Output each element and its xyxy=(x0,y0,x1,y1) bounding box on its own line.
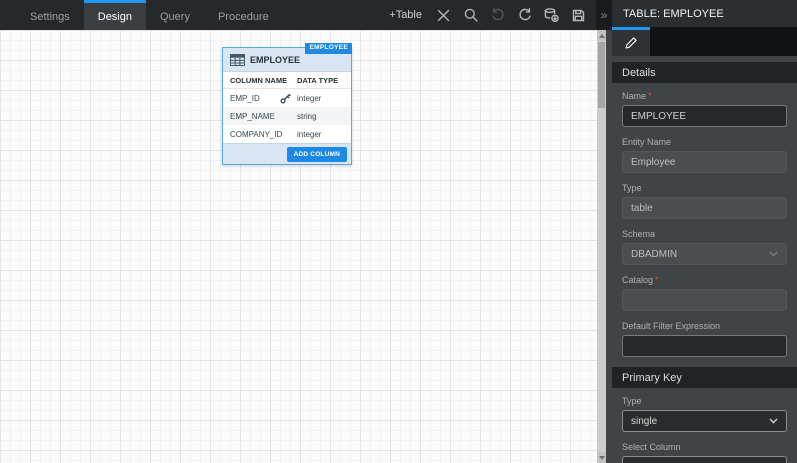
table-row[interactable]: EMP_ID integer xyxy=(223,89,351,107)
panel-body: Details Name* Entity Name Type xyxy=(612,56,797,463)
database-export-icon xyxy=(544,8,559,23)
primary-key-icon xyxy=(280,93,291,104)
data-type-header: DATA TYPE xyxy=(297,75,339,85)
pk-column-select[interactable]: EMP_ID xyxy=(622,456,787,463)
redo-button[interactable] xyxy=(511,0,538,30)
toolbar-tabs: Settings Design Query Procedure xyxy=(16,0,283,30)
table-row[interactable]: COMPANY_ID integer xyxy=(223,125,351,143)
search-icon xyxy=(464,8,478,22)
type-label: Type xyxy=(622,183,642,193)
field-default-filter: Default Filter Expression xyxy=(612,321,797,357)
type-input[interactable] xyxy=(622,197,787,219)
properties-panel: TABLE: EMPLOYEE Details Name* Entity Nam… xyxy=(612,0,797,463)
required-marker: * xyxy=(648,91,652,101)
scrollbar-thumb[interactable] xyxy=(598,42,605,108)
catalog-input[interactable] xyxy=(622,289,787,311)
field-name: Name * xyxy=(612,91,797,127)
default-filter-label: Default Filter Expression xyxy=(622,321,721,331)
field-pk-column: Select Column EMP_ID xyxy=(612,442,797,463)
pk-type-label: Type xyxy=(622,396,642,406)
table-row[interactable]: EMP_NAME string xyxy=(223,107,351,125)
save-button[interactable] xyxy=(565,0,592,30)
chevron-right-icon: » xyxy=(600,8,608,22)
entity-card-column-headers: COLUMN NAME DATA TYPE xyxy=(223,72,351,89)
default-filter-input[interactable] xyxy=(622,335,787,357)
column-name-cell: EMP_ID xyxy=(223,93,297,104)
tab-procedure[interactable]: Procedure xyxy=(204,0,283,30)
entity-card-title: EMPLOYEE xyxy=(250,54,301,65)
pk-type-select[interactable]: single xyxy=(622,410,787,432)
name-label: Name * xyxy=(622,91,652,101)
scroll-down-arrow[interactable] xyxy=(597,452,606,463)
schema-select[interactable]: DBADMIN xyxy=(622,243,787,265)
app-root: Settings Design Query Procedure +Table »… xyxy=(0,0,797,463)
canvas-scrollbar[interactable] xyxy=(597,30,606,463)
tab-design[interactable]: Design xyxy=(83,0,146,30)
table-icon xyxy=(230,53,245,66)
collapse-panel-button[interactable]: » xyxy=(596,0,612,30)
entity-name-input[interactable] xyxy=(622,151,787,173)
data-type-cell: integer xyxy=(297,93,322,103)
design-canvas[interactable]: EMPLOYEE EMPLOYEE COLUMN NAME DATA TYPE … xyxy=(0,30,606,463)
catalog-label: Catalog * xyxy=(622,275,659,285)
field-pk-type: Type single xyxy=(612,396,797,432)
tab-edit[interactable] xyxy=(612,27,650,56)
primary-key-section-header: Primary Key xyxy=(612,367,797,388)
tab-query[interactable]: Query xyxy=(146,0,204,30)
field-schema: Schema DBADMIN xyxy=(612,229,797,265)
delete-button[interactable] xyxy=(430,0,457,30)
undo-button[interactable] xyxy=(484,0,511,30)
chevron-down-icon xyxy=(769,251,778,257)
redo-icon xyxy=(518,8,531,21)
close-icon xyxy=(437,9,450,21)
entity-name-label: Entity Name xyxy=(622,137,672,147)
toolbar-actions: +Table xyxy=(389,0,596,30)
tab-settings[interactable]: Settings xyxy=(16,0,84,30)
column-name-header: COLUMN NAME xyxy=(230,75,288,85)
details-section-header: Details xyxy=(612,62,797,83)
pencil-icon xyxy=(625,37,637,49)
search-button[interactable] xyxy=(457,0,484,30)
schema-label: Schema xyxy=(622,229,656,239)
field-entity-name: Entity Name xyxy=(612,137,797,173)
panel-tabbar xyxy=(612,27,797,56)
toolbar: Settings Design Query Procedure +Table » xyxy=(0,0,612,30)
add-table-button[interactable]: +Table xyxy=(389,9,422,21)
field-type: Type xyxy=(612,183,797,219)
column-name-cell: COMPANY_ID xyxy=(230,129,283,139)
entity-badge: EMPLOYEE xyxy=(305,43,352,54)
required-marker: * xyxy=(655,275,659,285)
column-name-cell: EMP_NAME xyxy=(230,111,275,121)
undo-icon xyxy=(491,8,504,21)
export-database-button[interactable] xyxy=(538,0,565,30)
entity-card-employee[interactable]: EMPLOYEE EMPLOYEE COLUMN NAME DATA TYPE … xyxy=(222,43,352,165)
data-type-cell: string xyxy=(297,111,317,121)
panel-title: TABLE: EMPLOYEE xyxy=(612,0,797,27)
save-icon xyxy=(572,9,585,21)
chevron-down-icon xyxy=(769,418,778,424)
scroll-up-arrow[interactable] xyxy=(597,30,606,41)
pk-select-column-label: Select Column xyxy=(622,442,681,452)
add-column-button[interactable]: ADD COLUMN xyxy=(286,146,347,162)
name-input[interactable] xyxy=(622,105,787,127)
entity-card-footer: ADD COLUMN xyxy=(223,143,351,164)
field-catalog: Catalog * xyxy=(612,275,797,311)
data-type-cell: integer xyxy=(297,129,322,139)
